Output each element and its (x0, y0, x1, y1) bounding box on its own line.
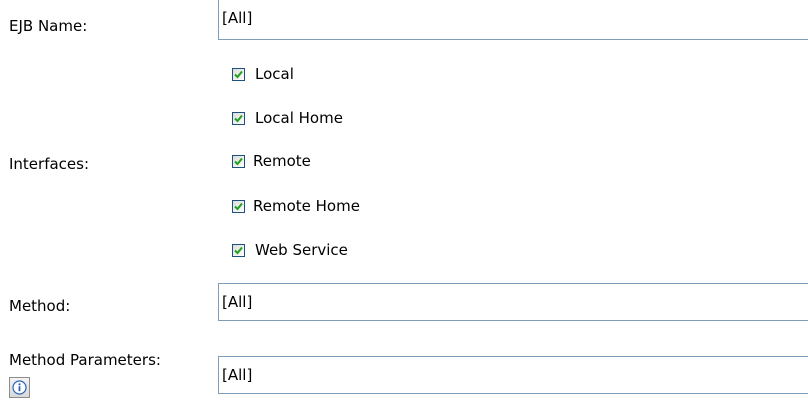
local-checkbox-label[interactable]: Local (255, 65, 294, 83)
checkmark-icon (234, 157, 243, 165)
web-service-checkbox-label[interactable]: Web Service (255, 241, 348, 259)
method-parameters-input[interactable] (218, 356, 808, 394)
local-checkbox[interactable] (232, 67, 245, 81)
checkmark-icon (234, 246, 243, 254)
checkmark-icon (234, 114, 243, 122)
remote-checkbox[interactable] (232, 154, 245, 168)
ejb-name-label: EJB Name: (9, 17, 88, 35)
local-checkbox-row[interactable]: Local (232, 63, 294, 85)
method-input[interactable] (218, 283, 808, 321)
local-home-checkbox-label[interactable]: Local Home (255, 109, 343, 127)
remote-home-checkbox-row[interactable]: Remote Home (232, 195, 360, 217)
local-home-checkbox-row[interactable]: Local Home (232, 107, 343, 129)
checkmark-icon (234, 70, 243, 78)
ejb-name-input[interactable] (218, 0, 808, 40)
local-home-checkbox[interactable] (232, 111, 245, 125)
remote-home-checkbox[interactable] (232, 199, 245, 213)
interfaces-label: Interfaces: (9, 155, 90, 173)
method-parameters-label: Method Parameters: (9, 351, 161, 369)
method-label: Method: (9, 297, 71, 315)
remote-home-checkbox-label[interactable]: Remote Home (253, 197, 360, 215)
remote-checkbox-label[interactable]: Remote (253, 152, 311, 170)
remote-checkbox-row[interactable]: Remote (232, 150, 311, 172)
web-service-checkbox-row[interactable]: Web Service (232, 239, 348, 261)
checkmark-icon (234, 202, 243, 210)
info-button[interactable] (9, 377, 30, 398)
info-icon (12, 380, 27, 395)
web-service-checkbox[interactable] (232, 243, 245, 257)
